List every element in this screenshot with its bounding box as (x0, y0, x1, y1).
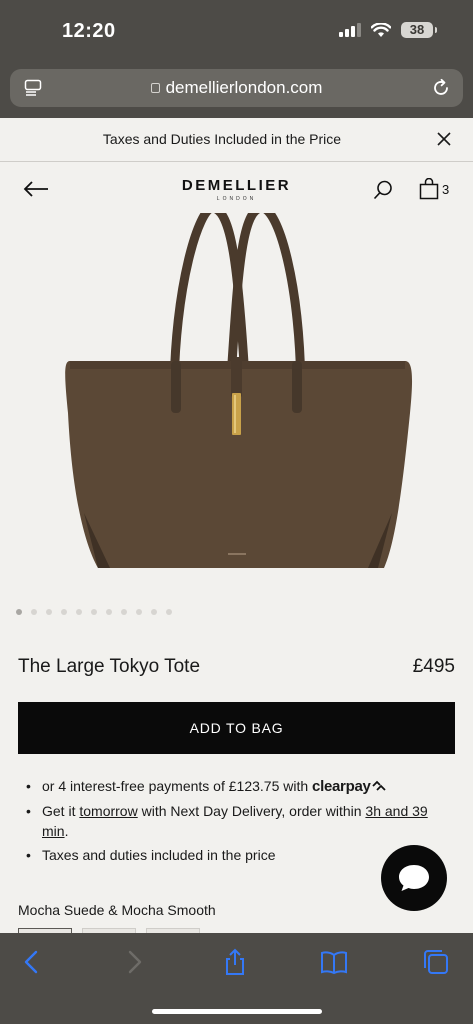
taxes-text: Taxes and duties included in the price (42, 847, 276, 863)
clearpay-logo[interactable]: clearpay (312, 778, 386, 795)
delivery-day-link[interactable]: tomorrow (79, 803, 137, 819)
carousel-dot[interactable] (16, 609, 22, 615)
battery-icon: 38 (401, 22, 437, 38)
carousel-dot[interactable] (61, 609, 67, 615)
tabs-overview-icon[interactable] (422, 948, 450, 976)
carousel-dot[interactable] (136, 609, 142, 615)
bag-icon[interactable] (419, 178, 439, 200)
carousel-dot[interactable] (76, 609, 82, 615)
delivery-mid: with Next Day Delivery, order within (141, 803, 362, 819)
clearpay-arrows-icon (371, 780, 386, 791)
browser-chrome-top: 12:20 38 demellierlondon.com (0, 0, 473, 118)
forward-icon[interactable] (120, 948, 148, 976)
product-price: £495 (412, 656, 455, 677)
url-text[interactable]: demellierlondon.com (10, 78, 463, 98)
carousel-dot[interactable] (106, 609, 112, 615)
url-bar[interactable]: demellierlondon.com (10, 69, 463, 107)
payments-line: or 4 interest-free payments of £123.75 w… (24, 776, 454, 797)
delivery-prefix: Get it (42, 803, 76, 819)
search-icon[interactable] (372, 179, 394, 201)
carousel-dot[interactable] (166, 609, 172, 615)
bookmarks-icon[interactable] (320, 948, 348, 976)
carousel-dot[interactable] (121, 609, 127, 615)
carousel-dot[interactable] (46, 609, 52, 615)
battery-level: 38 (409, 22, 425, 37)
colour-label: Mocha Suede & Mocha Smooth (18, 902, 216, 918)
logo[interactable]: DEMELLIER LONDON (0, 177, 473, 202)
status-time: 12:20 (62, 20, 116, 42)
banner-text: Taxes and Duties Included in the Price (102, 131, 342, 147)
site-header: DEMELLIER LONDON 3 (0, 163, 473, 213)
delivery-end: . (64, 823, 69, 839)
product-name: The Large Tokyo Tote (18, 656, 201, 677)
carousel-dot[interactable] (31, 609, 37, 615)
signal-icon (339, 23, 361, 37)
carousel-dots[interactable] (16, 609, 172, 615)
chat-bubble-icon (399, 865, 429, 891)
clearpay-wordmark: clearpay (312, 778, 371, 795)
tax-banner: Taxes and Duties Included in the Price (0, 118, 473, 162)
lock-icon (150, 83, 160, 93)
close-icon[interactable] (435, 130, 453, 148)
back-icon[interactable] (18, 948, 46, 976)
home-indicator (152, 1009, 322, 1014)
wifi-icon (371, 22, 391, 37)
carousel-dot[interactable] (151, 609, 157, 615)
reload-icon[interactable] (431, 78, 451, 98)
cart-count[interactable]: 3 (442, 182, 449, 197)
share-icon[interactable] (221, 948, 249, 976)
delivery-line: Get it tomorrow with Next Day Delivery, … (24, 801, 454, 841)
add-to-bag-button[interactable]: ADD TO BAG (18, 702, 455, 754)
carousel-dot[interactable] (91, 609, 97, 615)
product-image[interactable] (0, 213, 473, 633)
logo-sub: LONDON (216, 196, 257, 202)
url-label: demellierlondon.com (165, 78, 323, 97)
status-icons: 38 (339, 22, 437, 38)
chat-button[interactable] (381, 845, 447, 911)
payments-text: or 4 interest-free payments of £123.75 w… (42, 778, 309, 794)
logo-wordmark: DEMELLIER (181, 177, 292, 194)
